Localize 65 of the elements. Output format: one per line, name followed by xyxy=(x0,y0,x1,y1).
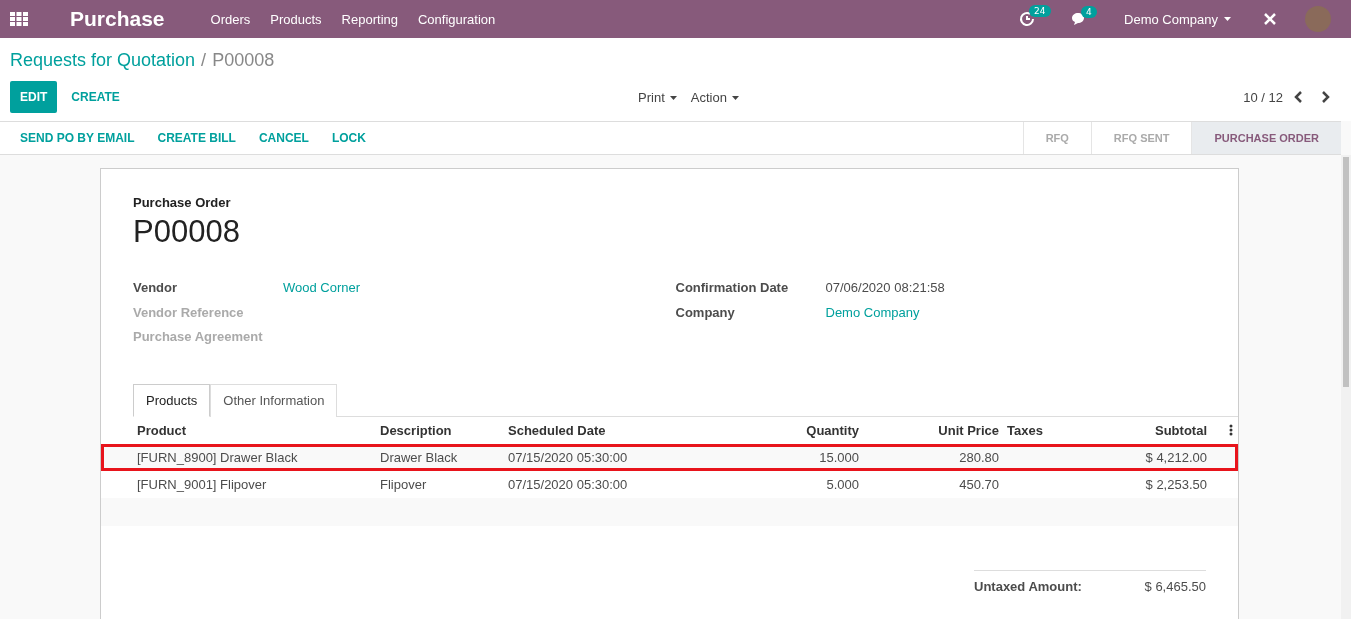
dropdown-menu[interactable]: Print xyxy=(638,89,677,105)
table-cell-text: 280.80 xyxy=(958,449,999,465)
next-icon[interactable] xyxy=(1319,90,1331,104)
column-header: Quantity xyxy=(805,422,859,438)
breadcrumb-link[interactable]: Requests for Quotation xyxy=(10,50,196,71)
total-value: $ 6,465.50 xyxy=(1144,578,1206,594)
previous-icon[interactable] xyxy=(1293,90,1305,104)
stage-step[interactable]: PURCHASE ORDER xyxy=(1191,122,1341,154)
column-header: Description xyxy=(380,422,453,438)
status-action-button[interactable]: CREATE BILL xyxy=(147,122,246,154)
status-action-button[interactable]: LOCK xyxy=(321,122,376,154)
form-title: P00008 xyxy=(133,214,241,250)
activity-count-badge: 24 xyxy=(1029,5,1051,17)
menu-item[interactable]: Configuration xyxy=(418,11,496,27)
breadcrumb-separator: / xyxy=(201,50,207,71)
edit-button[interactable]: EDIT xyxy=(10,81,58,113)
form-tab[interactable]: Products xyxy=(133,383,211,417)
message-count-badge: 4 xyxy=(1081,6,1097,18)
apps-menu-icon[interactable] xyxy=(10,12,28,26)
form-subtitle: Purchase Order xyxy=(133,195,232,210)
field-label: Purchase Agreement xyxy=(133,329,264,346)
table-cell-text: 5.000 xyxy=(825,476,859,492)
tools-icon[interactable] xyxy=(1263,12,1277,26)
column-header: Scheduled Date xyxy=(508,422,607,438)
scrollbar-thumb[interactable] xyxy=(1343,157,1349,387)
company-link[interactable]: Demo Company xyxy=(825,304,1206,329)
table-cell-text: 450.70 xyxy=(958,476,999,492)
menu-item[interactable]: Reporting xyxy=(341,11,398,27)
menu-item[interactable]: Orders xyxy=(210,11,251,27)
column-header: Product xyxy=(137,422,188,438)
clock-icon[interactable] xyxy=(1019,11,1036,27)
field-value: 07/06/2020 08:21:58 xyxy=(825,280,946,297)
app-title: Purchase xyxy=(70,7,165,31)
field-label: Company xyxy=(675,304,736,322)
table-cell-text: 15.000 xyxy=(818,449,859,465)
column-options-icon[interactable] xyxy=(1229,424,1233,436)
column-header: Unit Price xyxy=(937,422,999,438)
field-label: Confirmation Date xyxy=(675,280,790,297)
caret-icon xyxy=(669,96,677,101)
status-action-button[interactable]: CANCEL xyxy=(248,122,319,154)
total-label: Untaxed Amount: xyxy=(974,578,1082,594)
field-label: Vendor xyxy=(133,280,179,297)
create-button[interactable]: CREATE xyxy=(61,81,130,113)
table-cell-text: $ 2,253.50 xyxy=(1144,476,1207,492)
status-action-button[interactable]: SEND PO BY EMAIL xyxy=(10,122,145,154)
dropdown-menu[interactable]: Action xyxy=(690,89,739,105)
table-row[interactable]: [FURN_8900] Drawer Black Drawer Black 07/15/2020 05:30:00 15.000 280.80 $ 4,212.00 xyxy=(101,443,1238,471)
table-cell-text: 07/15/2020 05:30:00 xyxy=(508,476,629,492)
form-tab[interactable]: Other Information xyxy=(210,383,338,417)
company-switcher[interactable]: Demo Company xyxy=(1124,11,1218,27)
table-cell-text: $ 4,212.00 xyxy=(1144,449,1207,465)
breadcrumb-current: P00008 xyxy=(212,50,275,71)
column-header: Subtotal xyxy=(1154,422,1207,438)
table-cell-text: Flipover xyxy=(380,476,428,492)
field-label: Vendor Reference xyxy=(133,304,245,322)
pager-counter: 10 / 12 xyxy=(1243,89,1283,105)
caret-icon xyxy=(731,96,739,101)
caret-icon xyxy=(1224,17,1231,21)
column-header: Taxes xyxy=(1006,422,1044,438)
menu-item[interactable]: Products xyxy=(270,11,322,27)
table-cell-text: [FURN_8900] Drawer Black xyxy=(137,449,299,465)
table-cell-text: [FURN_9001] Flipover xyxy=(137,476,268,492)
table-cell-text: Drawer Black xyxy=(380,449,459,465)
table-cell-text: 07/15/2020 05:30:00 xyxy=(508,449,629,465)
vendor-link[interactable]: Wood Corner xyxy=(283,280,670,305)
